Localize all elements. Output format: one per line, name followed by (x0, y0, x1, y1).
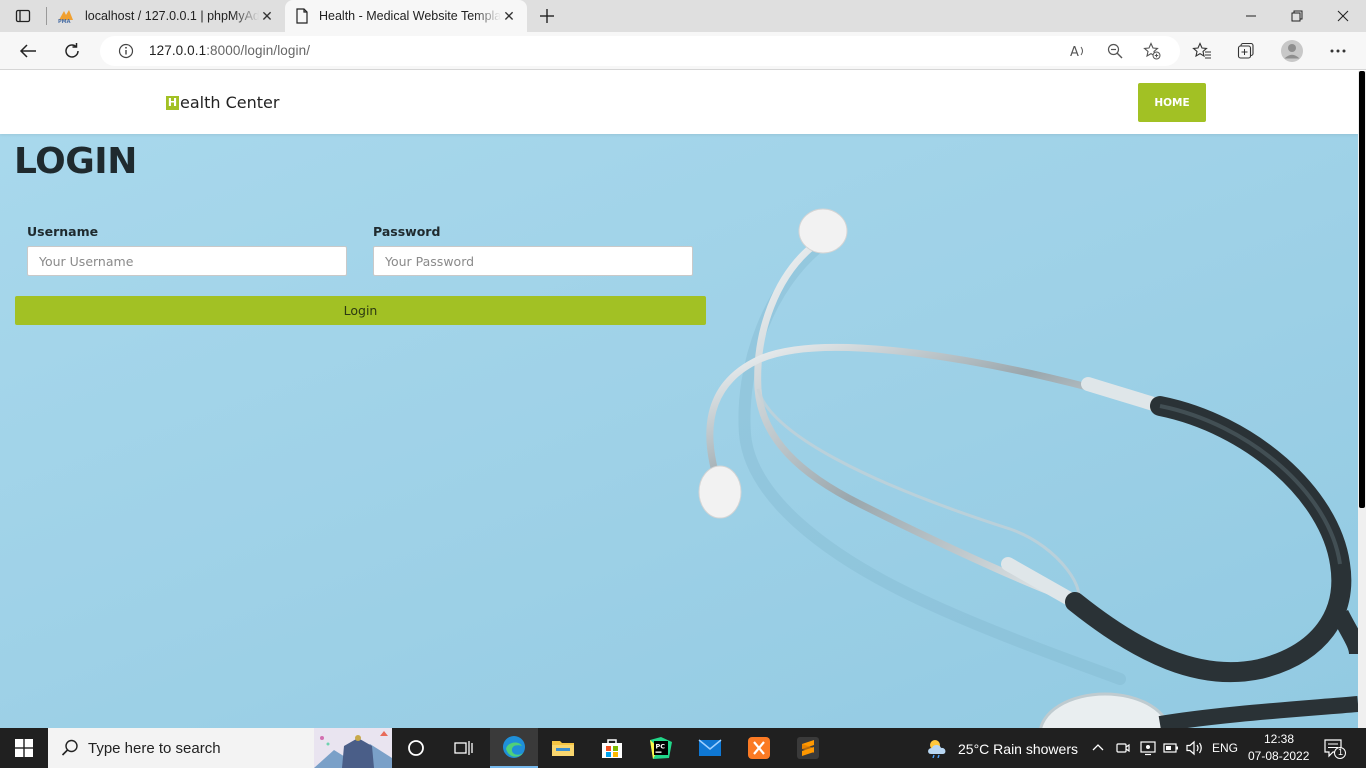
minimize-icon (1246, 15, 1256, 17)
svg-text:A: A (1070, 45, 1079, 59)
plus-icon (540, 9, 554, 23)
xampp-button[interactable] (735, 728, 783, 768)
site-info-icon[interactable] (114, 39, 138, 63)
pycharm-icon: PC (650, 737, 672, 759)
clock-date[interactable]: 07-08-2022 (1248, 749, 1309, 763)
battery-icon[interactable] (1163, 741, 1179, 755)
mail-button[interactable] (686, 728, 734, 768)
login-hero: LOGIN Username Password Login (0, 134, 1358, 728)
back-button[interactable] (13, 36, 43, 66)
ear-tip-lower (698, 465, 742, 519)
phpmyadmin-icon: PMA (58, 10, 73, 24)
url-path: :8000/login/login/ (206, 43, 311, 58)
search-highlight-illustration-icon (314, 728, 392, 768)
tab-phpmyadmin[interactable]: PMA localhost / 127.0.0.1 | phpMyAdmin ✕ (47, 0, 285, 32)
home-nav-button[interactable]: HOME (1138, 83, 1206, 122)
file-explorer-button[interactable] (539, 728, 587, 768)
close-window-button[interactable] (1320, 0, 1366, 32)
more-options-icon (1330, 49, 1346, 53)
address-bar-row: 127.0.0.1:8000/login/login/ A (0, 32, 1366, 70)
xampp-icon (748, 737, 770, 759)
search-placeholder: Type here to search (88, 740, 221, 757)
meet-now-icon[interactable] (1116, 740, 1130, 756)
start-button[interactable] (0, 728, 48, 768)
stethoscope-image (698, 208, 1358, 728)
page-viewport: Health Center HOME LOGIN Username Your U… (0, 71, 1358, 728)
taskbar-search-box[interactable]: Type here to search (48, 728, 392, 768)
close-icon (1337, 10, 1349, 22)
ear-tip-upper (798, 208, 848, 254)
password-input[interactable] (373, 246, 693, 276)
clock-time[interactable]: 12:38 (1264, 732, 1294, 746)
tab-actions-icon (15, 9, 31, 23)
task-view-cortana-button[interactable] (392, 728, 440, 768)
profile-button[interactable] (1277, 36, 1307, 66)
task-view-icon (454, 741, 473, 755)
username-label: Username (27, 224, 99, 239)
window-controls (1228, 0, 1366, 32)
restore-button[interactable] (1274, 0, 1320, 32)
url-field[interactable]: 127.0.0.1:8000/login/login/ A (100, 36, 1180, 66)
chevron-up-icon[interactable] (1092, 742, 1104, 754)
url-host: 127.0.0.1 (149, 43, 207, 58)
tab-title: Health - Medical Website Template (319, 9, 501, 23)
windows-taskbar: Type here to search PC 25°C Rain showers… (0, 728, 1366, 768)
close-tab-icon[interactable]: ✕ (501, 8, 517, 25)
tab-actions-button[interactable] (0, 0, 46, 32)
weather-rain-cloud-icon[interactable] (926, 738, 950, 758)
language-indicator[interactable]: ENG (1212, 741, 1238, 755)
task-view-button[interactable] (440, 728, 488, 768)
favorites-icon (1192, 42, 1211, 59)
tab-health[interactable]: Health - Medical Website Template ✕ (285, 0, 527, 32)
add-favorite-icon[interactable] (1140, 39, 1164, 63)
pycharm-button[interactable]: PC (637, 728, 685, 768)
cortana-circle-icon (408, 740, 424, 756)
back-arrow-icon (19, 44, 36, 58)
page-title: LOGIN (14, 141, 137, 182)
brand-logo[interactable]: Health Center (166, 93, 279, 112)
brand-name: ealth Center (180, 93, 280, 112)
zoom-out-icon[interactable] (1103, 39, 1127, 63)
search-icon (61, 739, 78, 756)
sublime-text-button[interactable] (784, 728, 832, 768)
edge-browser-icon (503, 736, 525, 758)
store-bag-icon (602, 739, 622, 758)
edge-taskbar-button[interactable] (490, 728, 538, 768)
sublime-text-icon (797, 737, 819, 759)
weather-text[interactable]: 25°C Rain showers (958, 741, 1078, 757)
url-text: 127.0.0.1:8000/login/login/ (149, 43, 310, 58)
refresh-icon (65, 43, 79, 58)
mail-envelope-icon (698, 739, 722, 756)
settings-more-button[interactable] (1323, 36, 1353, 66)
minimize-button[interactable] (1228, 0, 1274, 32)
notification-count: 1 (1338, 747, 1344, 757)
password-label: Password (373, 224, 441, 239)
svg-text:PMA: PMA (58, 19, 71, 24)
tab-title: localhost / 127.0.0.1 | phpMyAdmin (85, 9, 259, 23)
favorites-button[interactable] (1187, 36, 1217, 66)
refresh-button[interactable] (57, 36, 87, 66)
page-icon (296, 8, 308, 24)
collections-button[interactable] (1231, 36, 1261, 66)
profile-avatar-icon (1281, 40, 1303, 62)
new-tab-button[interactable] (527, 0, 567, 32)
windows-logo-icon (15, 739, 33, 757)
volume-icon[interactable] (1186, 740, 1204, 756)
microsoft-store-button[interactable] (588, 728, 636, 768)
restore-icon (1291, 10, 1303, 22)
login-submit-button[interactable]: Login (15, 296, 706, 325)
read-aloud-icon[interactable]: A (1066, 39, 1090, 63)
close-tab-icon[interactable]: ✕ (259, 8, 275, 25)
browser-tab-bar: PMA localhost / 127.0.0.1 | phpMyAdmin ✕… (0, 0, 1366, 32)
folder-icon (552, 741, 574, 756)
site-header: Health Center HOME (0, 71, 1358, 134)
svg-text:PC: PC (656, 743, 666, 751)
collections-icon (1237, 42, 1254, 59)
network-monitor-icon[interactable] (1140, 740, 1156, 756)
username-input[interactable] (27, 246, 347, 276)
brand-initial: H (166, 95, 179, 110)
page-scrollbar-thumb[interactable] (1359, 71, 1365, 508)
